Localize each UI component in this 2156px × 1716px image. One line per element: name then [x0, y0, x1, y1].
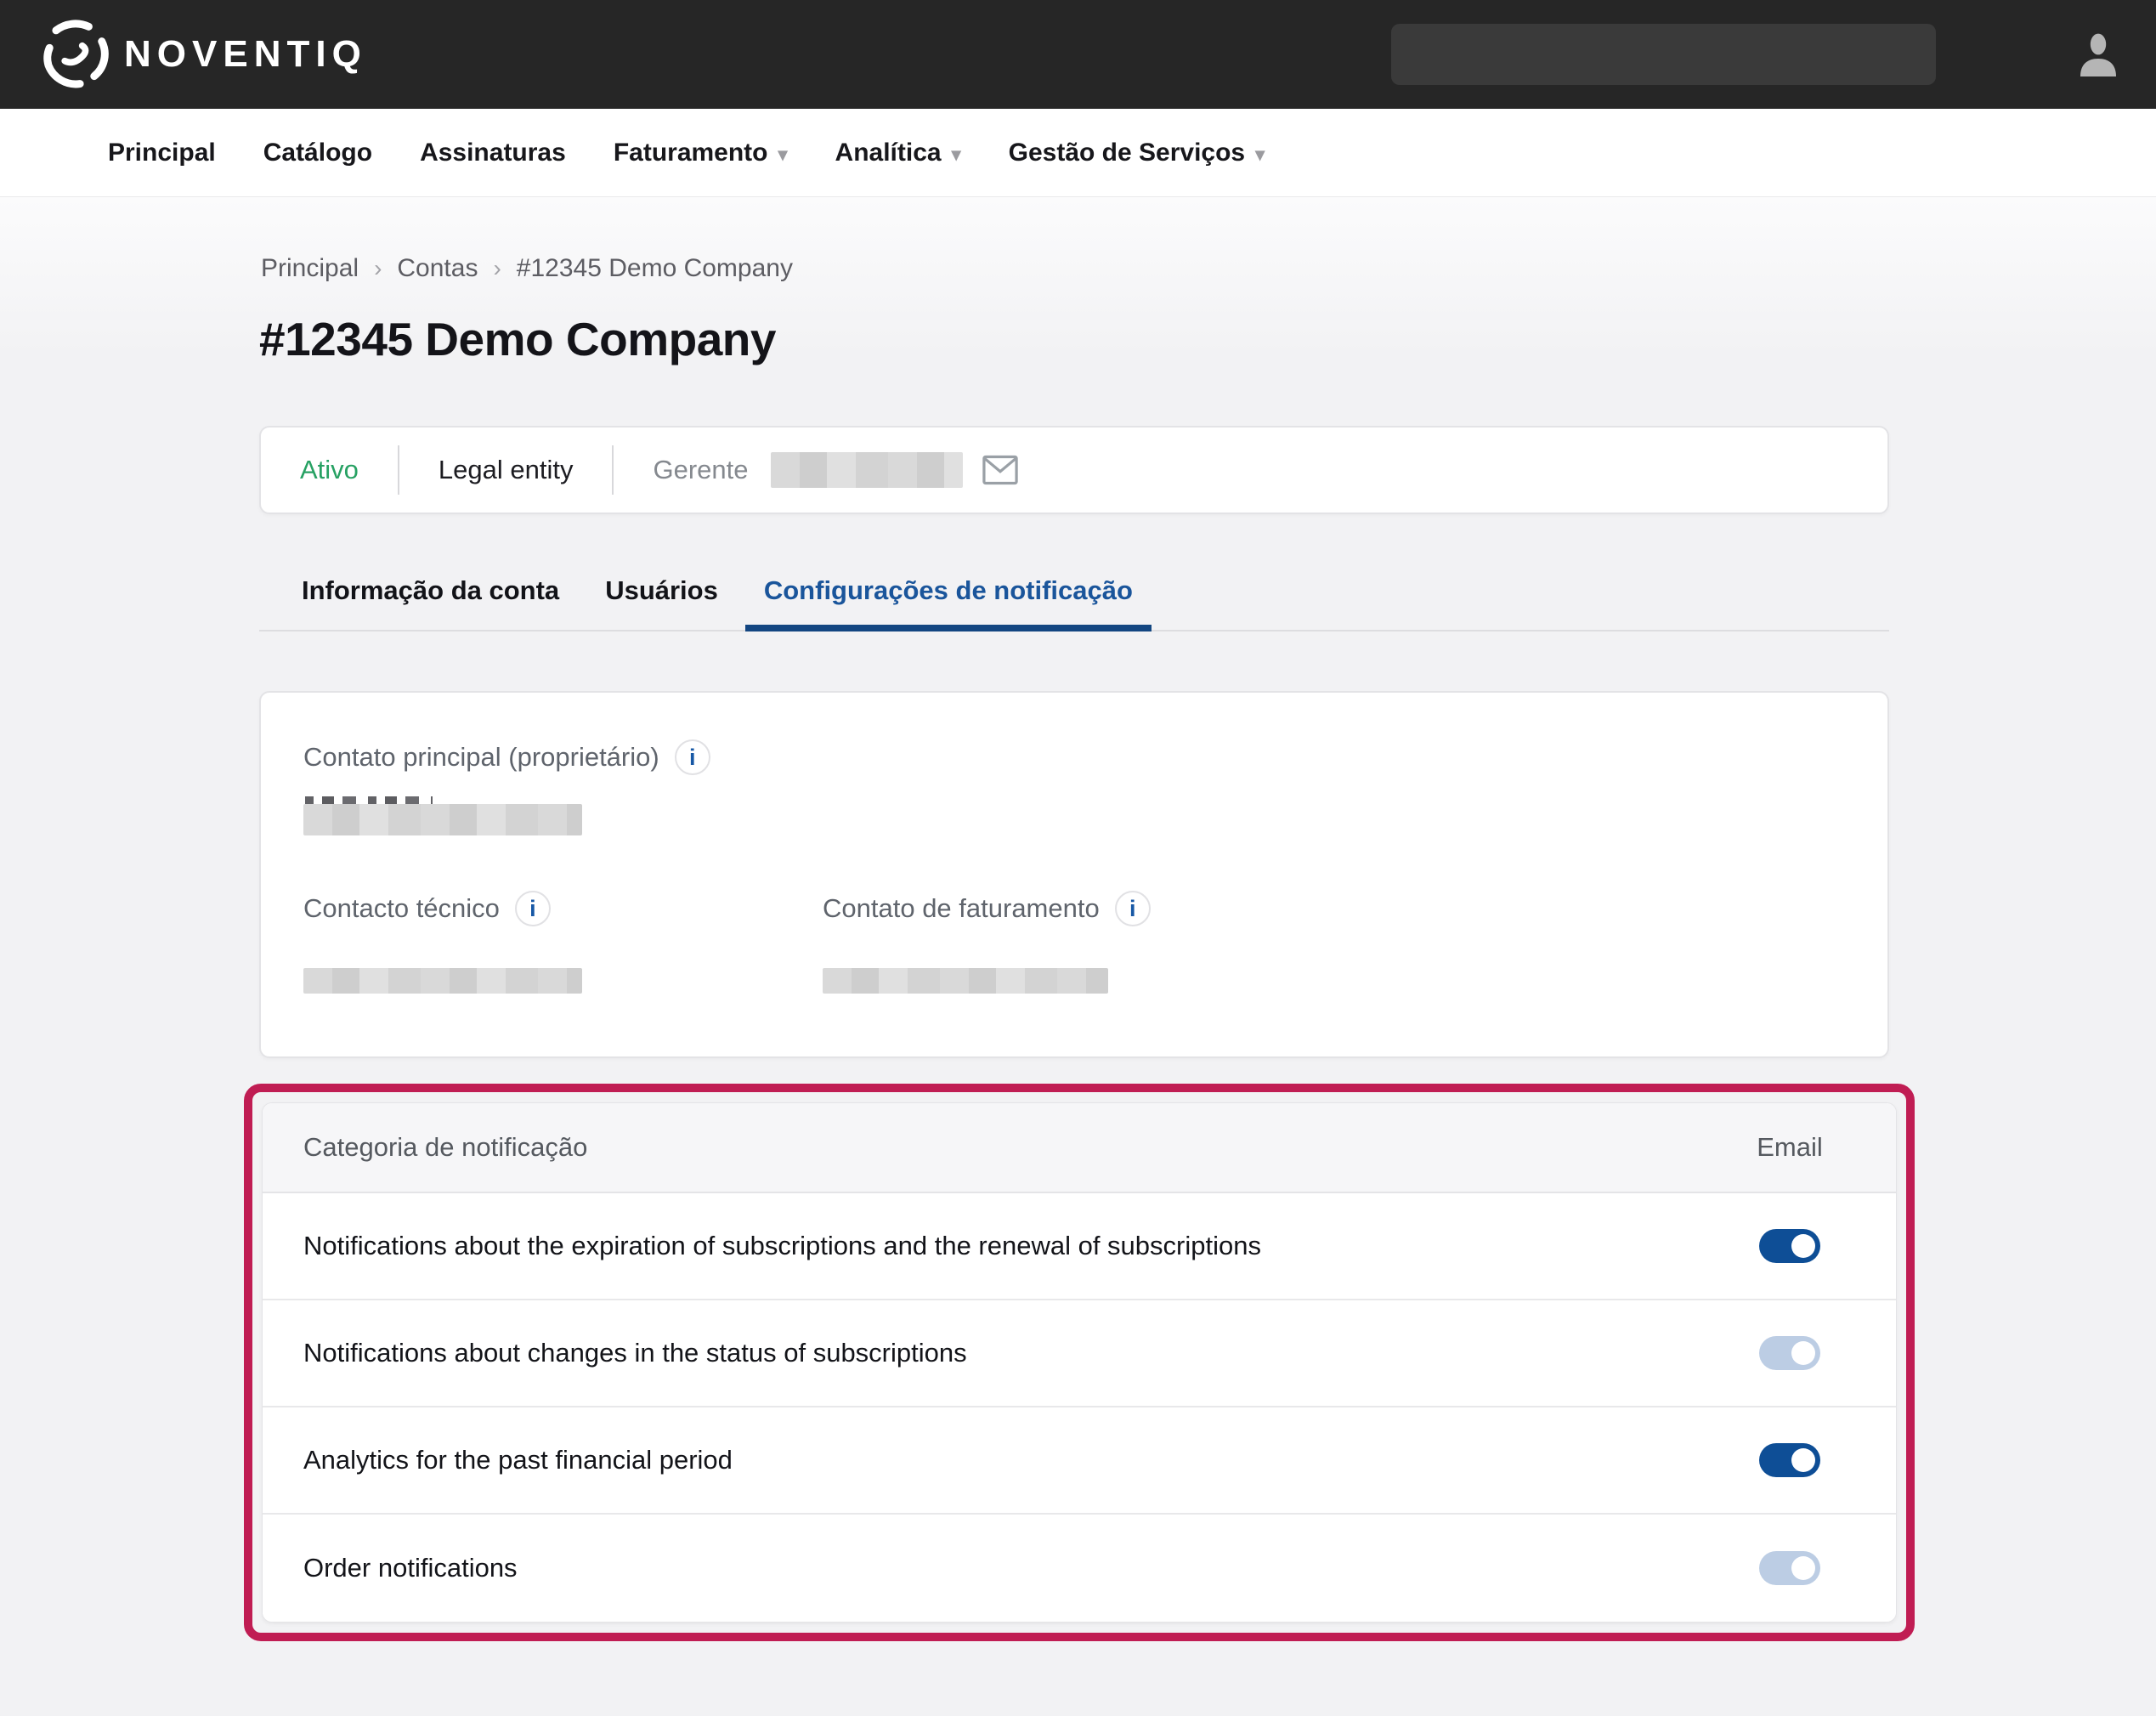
- person-icon: [2078, 32, 2119, 76]
- email-toggle-expiration-renewal[interactable]: [1759, 1229, 1820, 1263]
- manager-name-redacted: [771, 452, 963, 488]
- status-badge: Ativo: [300, 455, 359, 485]
- annotation-highlight-border: Categoria de notificação Email Notificat…: [244, 1084, 1915, 1641]
- nav-label: Gestão de Serviços: [1009, 139, 1245, 167]
- nav-item-gestao-de-servicos[interactable]: Gestão de Serviços ▾: [1009, 139, 1265, 167]
- main-navbar: Principal Catálogo Assinaturas Faturamen…: [0, 109, 2156, 197]
- page-content: Principal › Contas › #12345 Demo Company…: [0, 197, 2156, 1716]
- table-row: Analytics for the past financial period: [263, 1407, 1896, 1515]
- divider: [612, 445, 614, 495]
- billing-contact-redacted: [823, 968, 1108, 994]
- tab-informacao-da-conta[interactable]: Informação da conta: [283, 575, 578, 630]
- notification-row-label: Notifications about the expiration of su…: [303, 1231, 1261, 1261]
- category-column-header: Categoria de notificação: [303, 1132, 587, 1163]
- primary-contact-redacted: [303, 804, 582, 835]
- info-icon[interactable]: i: [515, 891, 551, 926]
- envelope-icon: [982, 455, 1019, 485]
- notification-table-header: Categoria de notificação Email: [263, 1103, 1896, 1193]
- nav-item-faturamento[interactable]: Faturamento ▾: [614, 139, 788, 167]
- table-row: Notifications about changes in the statu…: [263, 1300, 1896, 1407]
- account-tabs: Informação da conta Usuários Configuraçõ…: [259, 565, 1889, 631]
- tab-configuracoes-de-notificacao[interactable]: Configurações de notificação: [745, 575, 1152, 631]
- nav-label: Principal: [108, 139, 216, 167]
- email-toggle-orders[interactable]: [1759, 1551, 1820, 1585]
- billing-contact-block: Contato de faturamento i: [823, 890, 1151, 994]
- breadcrumb-principal[interactable]: Principal: [261, 254, 359, 283]
- billing-contact-label: Contato de faturamento: [823, 893, 1100, 924]
- search-input[interactable]: [1391, 24, 1936, 85]
- logo-wordmark: NOVENTIQ: [124, 33, 367, 76]
- chevron-down-icon: ▾: [1255, 144, 1265, 166]
- nav-label: Catálogo: [263, 139, 372, 167]
- technical-contact-block: Contacto técnico i: [303, 890, 823, 994]
- account-status-card: Ativo Legal entity Gerente: [259, 426, 1889, 514]
- technical-contact-redacted: [303, 968, 582, 994]
- table-row: Notifications about the expiration of su…: [263, 1193, 1896, 1300]
- table-row: Order notifications: [263, 1515, 1896, 1622]
- noventiq-swirl-icon: [41, 20, 110, 89]
- info-icon[interactable]: i: [1115, 891, 1151, 926]
- nav-item-catalogo[interactable]: Catálogo: [263, 139, 372, 167]
- user-account-button[interactable]: [2078, 32, 2119, 76]
- entity-type-label: Legal entity: [439, 455, 574, 485]
- divider: [398, 445, 399, 495]
- breadcrumb-current: #12345 Demo Company: [517, 254, 793, 283]
- primary-contact-label: Contato principal (proprietário): [303, 742, 659, 773]
- breadcrumb-separator-icon: ›: [374, 255, 382, 282]
- tab-label: Informação da conta: [302, 575, 559, 605]
- nav-label: Faturamento: [614, 139, 768, 167]
- breadcrumb-contas[interactable]: Contas: [397, 254, 478, 283]
- tab-usuarios[interactable]: Usuários: [586, 575, 737, 630]
- chevron-down-icon: ▾: [778, 144, 788, 166]
- noventiq-logo[interactable]: NOVENTIQ: [41, 20, 367, 89]
- contacts-card: Contato principal (proprietário) i Conta…: [259, 691, 1889, 1058]
- nav-label: Assinaturas: [420, 139, 566, 167]
- technical-contact-label: Contacto técnico: [303, 893, 500, 924]
- nav-item-principal[interactable]: Principal: [108, 139, 216, 167]
- chevron-down-icon: ▾: [952, 144, 961, 166]
- email-column-header: Email: [1734, 1132, 1845, 1163]
- breadcrumb-separator-icon: ›: [493, 255, 501, 282]
- page-title: #12345 Demo Company: [259, 312, 1915, 366]
- nav-item-assinaturas[interactable]: Assinaturas: [420, 139, 566, 167]
- notification-settings-table: Categoria de notificação Email Notificat…: [262, 1102, 1897, 1623]
- redacted-text-fragment: [305, 796, 433, 804]
- email-toggle-analytics[interactable]: [1759, 1443, 1820, 1477]
- app-header: NOVENTIQ: [0, 0, 2156, 109]
- breadcrumb: Principal › Contas › #12345 Demo Company: [261, 254, 1915, 283]
- tab-label: Configurações de notificação: [764, 575, 1133, 605]
- tab-label: Usuários: [605, 575, 718, 605]
- nav-label: Analítica: [835, 139, 942, 167]
- notification-row-label: Order notifications: [303, 1553, 518, 1583]
- notification-row-label: Analytics for the past financial period: [303, 1445, 733, 1475]
- email-manager-button[interactable]: [982, 453, 1019, 487]
- info-icon[interactable]: i: [675, 739, 710, 775]
- notification-row-label: Notifications about changes in the statu…: [303, 1338, 967, 1368]
- email-toggle-status-changes[interactable]: [1759, 1336, 1820, 1370]
- manager-label: Gerente: [653, 455, 748, 485]
- nav-item-analitica[interactable]: Analítica ▾: [835, 139, 961, 167]
